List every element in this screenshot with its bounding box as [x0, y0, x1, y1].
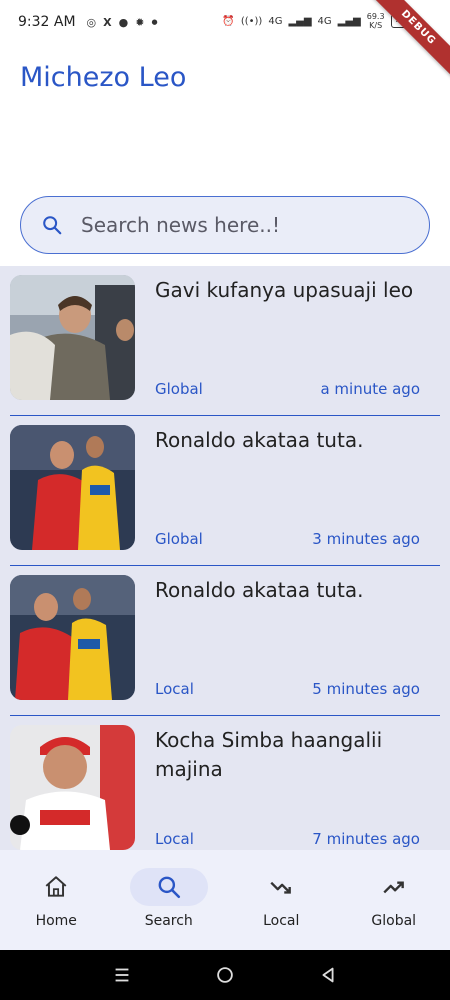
news-time: 5 minutes ago — [312, 680, 420, 698]
home-button[interactable] — [214, 964, 236, 986]
news-time: 3 minutes ago — [312, 530, 420, 548]
news-title: Kocha Simba haangalii majina — [155, 728, 383, 781]
nav-search[interactable]: Search — [113, 850, 226, 950]
news-category: Global — [155, 380, 203, 398]
news-title: Ronaldo akataa tuta. — [155, 578, 364, 602]
status-time: 9:32 AM — [18, 14, 76, 30]
nav-label: Global — [371, 913, 417, 929]
nav-home[interactable]: Home — [0, 850, 113, 950]
news-list[interactable]: Gavi kufanya upasuaji leo Global a minut… — [0, 266, 450, 850]
nav-local[interactable]: Local — [225, 850, 338, 950]
nav-label: Home — [35, 913, 77, 929]
network-speed: 69.3 K/S — [366, 12, 385, 30]
settings-icon: ✹ — [135, 15, 145, 29]
nav-label: Local — [263, 913, 300, 929]
news-thumbnail — [10, 425, 135, 550]
news-item[interactable]: Ronaldo akataa tuta. Local 5 minutes ago — [0, 566, 450, 716]
hotspot-icon: ((•)) — [240, 15, 263, 27]
news-item[interactable]: Gavi kufanya upasuaji leo Global a minut… — [0, 266, 450, 416]
recents-button[interactable] — [111, 964, 133, 986]
bottom-navigation: Home Search Local Global — [0, 850, 450, 950]
network-type-2: 4G — [317, 15, 332, 27]
back-button[interactable] — [317, 964, 339, 986]
news-thumbnail — [10, 725, 135, 850]
news-time: a minute ago — [320, 380, 420, 398]
system-navigation-bar — [0, 950, 450, 1000]
instagram-icon: ◎ — [86, 15, 97, 29]
nav-label: Search — [144, 913, 193, 929]
news-time: 7 minutes ago — [312, 830, 420, 848]
app-title: Michezo Leo — [20, 62, 187, 93]
news-title: Ronaldo akataa tuta. — [155, 428, 364, 452]
chat-icon: ● — [118, 15, 129, 29]
nav-global[interactable]: Global — [338, 850, 450, 950]
trending-down-icon — [270, 881, 292, 894]
network-type-1: 4G — [268, 15, 283, 27]
news-title: Gavi kufanya upasuaji leo — [155, 278, 414, 302]
search-input[interactable] — [81, 213, 401, 237]
trending-up-icon — [383, 881, 404, 894]
news-thumbnail — [10, 575, 135, 700]
search-icon — [158, 876, 180, 899]
menu-icon — [115, 968, 129, 982]
circle-icon — [217, 967, 233, 983]
news-category: Local — [155, 830, 194, 848]
signal-icon: ▂▄▆ — [337, 15, 361, 27]
news-category: Global — [155, 530, 203, 548]
x-icon: X — [103, 15, 112, 29]
news-item[interactable]: Kocha Simba haangalii majina Local 7 min… — [0, 716, 450, 850]
search-bar[interactable] — [20, 196, 430, 254]
news-category: Local — [155, 680, 194, 698]
news-thumbnail — [10, 275, 135, 400]
dot-icon: ● — [151, 18, 158, 26]
home-icon — [45, 876, 67, 897]
signal-icon: ▂▄▆ — [288, 15, 312, 27]
back-triangle-icon — [322, 967, 334, 983]
news-item[interactable]: Ronaldo akataa tuta. Global 3 minutes ag… — [0, 416, 450, 566]
alarm-icon: ⏰ — [222, 15, 235, 27]
search-icon — [41, 214, 63, 236]
